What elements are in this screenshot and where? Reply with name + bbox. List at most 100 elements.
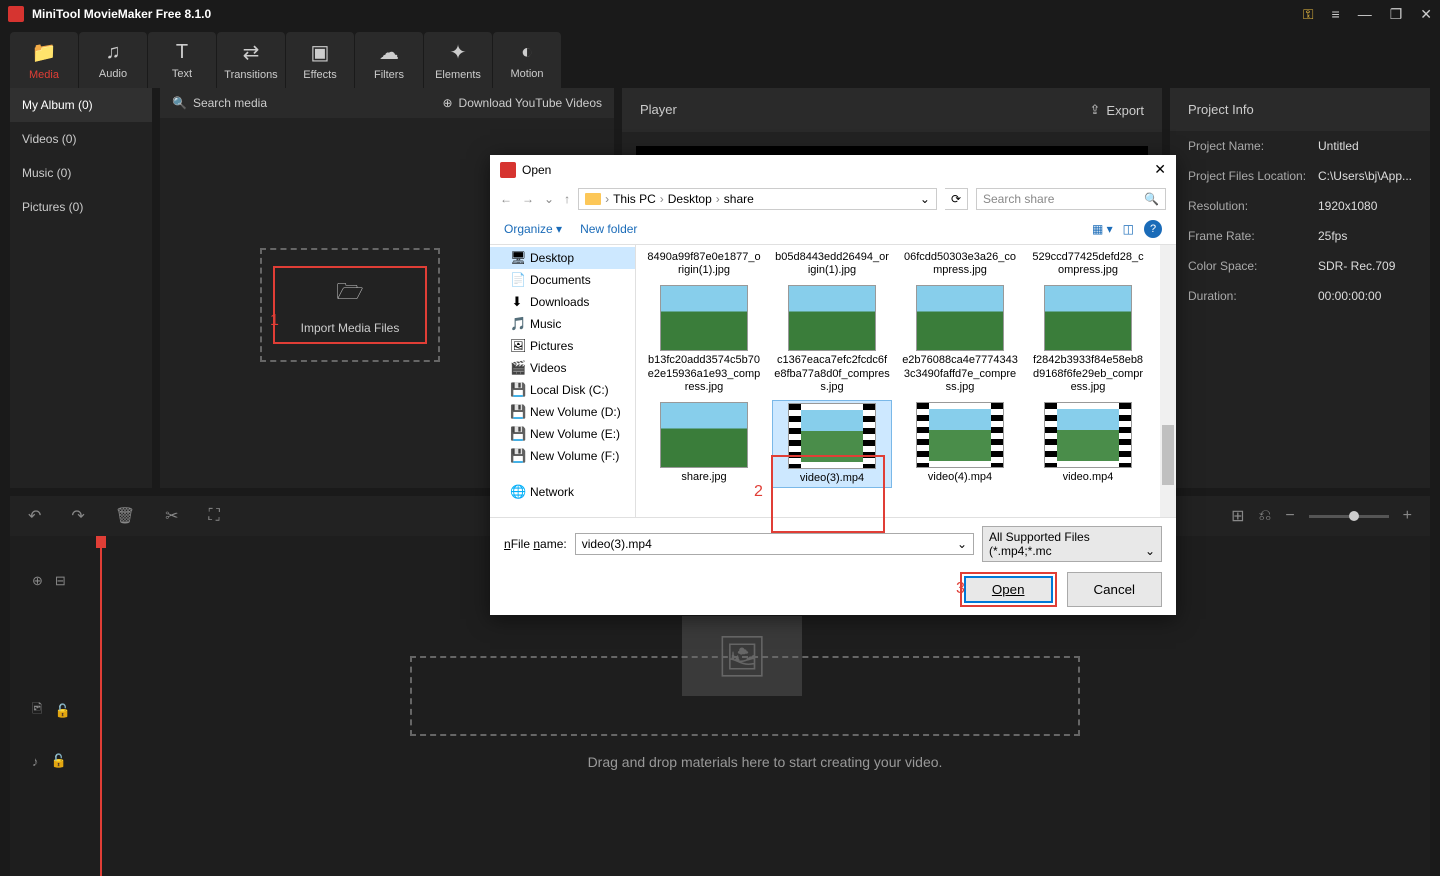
tab-filters[interactable]: ☁Filters <box>355 32 423 88</box>
file-item[interactable]: f2842b3933f84e58eb8d9168f6fe29eb_compres… <box>1028 283 1148 396</box>
sidebar-item-music[interactable]: Music (0) <box>10 156 152 190</box>
timeline-dropzone[interactable] <box>410 656 1080 736</box>
menu-icon[interactable]: ≡ <box>1332 6 1340 22</box>
view-mode-icon[interactable]: ▦ ▾ <box>1092 222 1113 236</box>
track-audio-icon[interactable]: ♪ <box>32 754 39 769</box>
tree-item[interactable]: ⬇Downloads <box>490 291 635 313</box>
info-label: Resolution: <box>1188 199 1318 213</box>
nav-back-icon[interactable]: ← <box>500 192 512 206</box>
adjust-icon[interactable]: ⎌ <box>1259 507 1272 525</box>
titlebar: MiniTool MovieMaker Free 8.1.0 ⚿ ≡ — ❐ ✕ <box>0 0 1440 28</box>
info-value: 00:00:00:00 <box>1318 289 1381 303</box>
folder-open-icon: 🗁 <box>336 275 363 313</box>
search-input[interactable]: Search media <box>193 96 267 110</box>
file-item[interactable]: e2b76088ca4e77743433c3490faffd7e_compres… <box>900 283 1020 396</box>
filename-input[interactable]: video(3).mp4⌄ <box>575 533 974 555</box>
info-value: 1920x1080 <box>1318 199 1377 213</box>
info-value: Untitled <box>1318 139 1359 153</box>
fit-icon[interactable]: ⊞ <box>1231 506 1244 526</box>
track-add-icon[interactable]: ⊕ <box>32 573 43 589</box>
tree-item-icon: 🌐 <box>510 484 524 500</box>
tab-audio[interactable]: ♫Audio <box>79 32 147 88</box>
tab-media[interactable]: 📁Media <box>10 32 78 88</box>
tab-elements[interactable]: ✦Elements <box>424 32 492 88</box>
info-value: SDR- Rec.709 <box>1318 259 1395 273</box>
sidebar-item-myalbum[interactable]: My Album (0) <box>10 88 152 122</box>
tree-item-icon: 🖼 <box>510 338 524 354</box>
cancel-button[interactable]: Cancel <box>1067 572 1163 607</box>
info-title: Project Info <box>1170 88 1430 131</box>
redo-icon[interactable]: ↷ <box>71 506 84 526</box>
new-folder-button[interactable]: New folder <box>580 222 637 236</box>
zoom-in-icon[interactable]: + <box>1403 507 1412 525</box>
refresh-icon[interactable]: ⟳ <box>945 188 968 210</box>
minimize-icon[interactable]: — <box>1358 6 1372 22</box>
preview-pane-icon[interactable]: ◫ <box>1123 222 1134 236</box>
tree-item[interactable]: 🖥Desktop <box>490 247 635 269</box>
dialog-close-icon[interactable]: ✕ <box>1154 161 1166 178</box>
file-item[interactable]: 8490a99f87e0e1877_origin(1).jpg <box>644 249 764 279</box>
organize-button[interactable]: Organize ▾ <box>504 222 562 236</box>
tab-transitions[interactable]: ⇄Transitions <box>217 32 285 88</box>
nav-up-icon[interactable]: ↑ <box>564 192 570 206</box>
dialog-title: Open <box>522 163 551 177</box>
nav-dropdown-icon[interactable]: ⌄ <box>544 192 554 206</box>
tree-item[interactable]: 💾New Volume (D:) <box>490 401 635 423</box>
help-icon[interactable]: ? <box>1144 220 1162 238</box>
file-item[interactable]: 529ccd77425defd28_compress.jpg <box>1028 249 1148 279</box>
address-bar[interactable]: › This PC› Desktop› share ⌄ <box>578 188 937 210</box>
track-lock-icon[interactable]: 🔓 <box>54 703 70 719</box>
file-item[interactable]: video(4).mp4 <box>900 400 1020 488</box>
file-item[interactable]: b13fc20add3574c5b70e2e15936a1e93_compres… <box>644 283 764 396</box>
folder-icon: 📁 <box>32 40 57 65</box>
zoom-out-icon[interactable]: − <box>1285 507 1294 525</box>
info-panel: Project Info Project Name:UntitledProjec… <box>1170 88 1430 488</box>
tree-item[interactable]: 🎬Videos <box>490 357 635 379</box>
tab-motion[interactable]: ◐Motion <box>493 32 561 88</box>
export-button[interactable]: ⇪ Export <box>1090 102 1144 118</box>
tree-item[interactable]: 🌐Network <box>490 481 635 503</box>
tree-item[interactable]: 💾New Volume (E:) <box>490 423 635 445</box>
maximize-icon[interactable]: ❐ <box>1390 6 1403 23</box>
file-item[interactable]: share.jpg <box>644 400 764 488</box>
file-item[interactable]: 06fcdd50303e3a26_compress.jpg <box>900 249 1020 279</box>
tree-item-icon: 🎬 <box>510 360 524 376</box>
annotation-1: 1 <box>270 312 279 330</box>
tree-item[interactable]: 🎵Music <box>490 313 635 335</box>
tab-effects[interactable]: ▣Effects <box>286 32 354 88</box>
track-collapse-icon[interactable]: ⊟ <box>55 573 66 589</box>
track-image-icon[interactable]: 🖻 <box>32 700 42 722</box>
tree-item[interactable]: 💾New Volume (F:) <box>490 445 635 467</box>
scrollbar[interactable] <box>1160 245 1176 517</box>
search-icon: 🔍 <box>1144 192 1159 206</box>
open-button[interactable]: Open <box>964 576 1053 603</box>
zoom-slider[interactable] <box>1309 515 1389 518</box>
cut-icon[interactable]: ✂ <box>165 506 178 526</box>
playhead[interactable] <box>100 536 102 876</box>
track-lock2-icon[interactable]: 🔓 <box>51 753 67 769</box>
nav-forward-icon[interactable]: → <box>522 192 534 206</box>
tree-item[interactable]: 💾Local Disk (C:) <box>490 379 635 401</box>
file-open-dialog: Open ✕ ← → ⌄ ↑ › This PC› Desktop› share… <box>490 155 1176 615</box>
sidebar-item-videos[interactable]: Videos (0) <box>10 122 152 156</box>
undo-icon[interactable]: ↶ <box>28 506 41 526</box>
license-key-icon[interactable]: ⚿ <box>1303 6 1314 23</box>
file-filter-select[interactable]: All Supported Files (*.mp4;*.mc ⌄ <box>982 526 1162 562</box>
file-item[interactable]: b05d8443edd26494_origin(1).jpg <box>772 249 892 279</box>
filters-icon: ☁ <box>379 40 399 65</box>
file-item[interactable]: video.mp4 <box>1028 400 1148 488</box>
export-icon: ⇪ <box>1090 102 1101 118</box>
tree-item[interactable]: 🖼Pictures <box>490 335 635 357</box>
crop-icon[interactable]: ⛶ <box>209 507 220 525</box>
tab-text[interactable]: TText <box>148 32 216 88</box>
tree-item-icon: ⬇ <box>510 294 524 310</box>
import-dropzone[interactable]: 🗁 Import Media Files <box>260 248 440 362</box>
tree-item[interactable]: 📄Documents <box>490 269 635 291</box>
download-youtube-link[interactable]: ⊕ Download YouTube Videos <box>442 96 602 110</box>
close-icon[interactable]: ✕ <box>1420 6 1432 23</box>
file-item[interactable]: c1367eaca7efc2fcdc6fe8fba77a8d0f_compres… <box>772 283 892 396</box>
delete-icon[interactable]: 🗑 <box>115 506 135 526</box>
tree-item-icon: 📄 <box>510 272 524 288</box>
sidebar-item-pictures[interactable]: Pictures (0) <box>10 190 152 224</box>
dialog-search-input[interactable]: Search share 🔍 <box>976 188 1166 210</box>
